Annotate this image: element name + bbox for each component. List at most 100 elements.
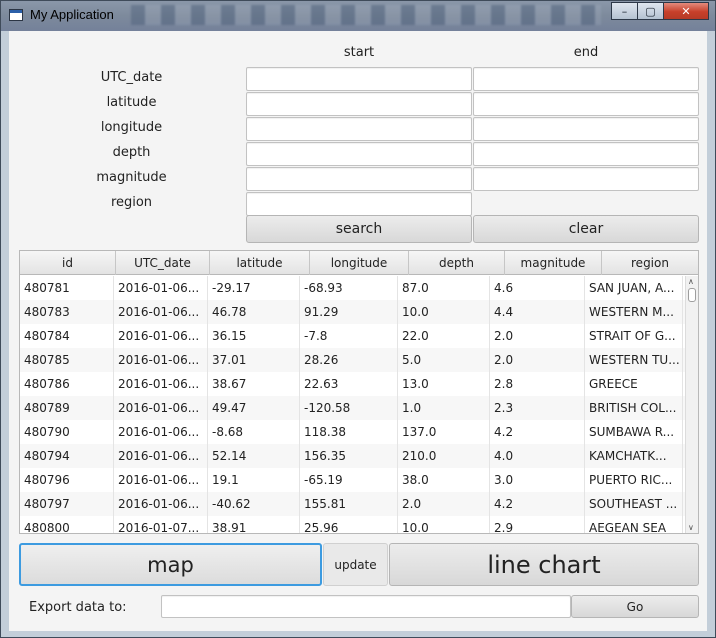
title-bar[interactable]: My Application – ▢ ✕	[1, 1, 715, 31]
export-path-input[interactable]	[162, 596, 570, 618]
column-header-magnitude[interactable]: magnitude	[505, 251, 602, 275]
close-button[interactable]: ✕	[663, 2, 709, 20]
depth-label: depth	[112, 145, 151, 160]
line-chart-button-label: line chart	[487, 550, 601, 579]
table-cell-magnitude: 4.2	[490, 492, 585, 516]
depth-end-input[interactable]	[474, 143, 698, 165]
table-cell-id: 480796	[20, 468, 114, 492]
column-header-region[interactable]: region	[602, 251, 698, 275]
window-title: My Application	[30, 7, 114, 22]
table-cell-utc-date: 2016-01-06...	[114, 420, 208, 444]
table-row[interactable]: 480789 2016-01-06... 49.47 -120.58 1.0 2.3 BRI…	[20, 396, 686, 420]
table-row[interactable]: 480783 2016-01-06... 46.78 91.29 10.0 4.4 WEST…	[20, 300, 686, 324]
depth-start-field[interactable]	[246, 142, 472, 166]
table-row[interactable]: 480784 2016-01-06... 36.15 -7.8 22.0 2.0 STRAI…	[20, 324, 686, 348]
maximize-button[interactable]: ▢	[637, 2, 664, 20]
table-cell-region: BRITISH COL...	[585, 396, 683, 420]
table-row[interactable]: 480785 2016-01-06... 37.01 28.26 5.0 2.0 WESTE…	[20, 348, 686, 372]
latitude-start-input[interactable]	[247, 93, 471, 115]
column-header-depth[interactable]: depth	[409, 251, 505, 275]
utc-date-start-field[interactable]	[246, 67, 472, 91]
region-field[interactable]	[246, 192, 472, 216]
table-row[interactable]: 480781 2016-01-06... -29.17 -68.93 87.0 4.6 SA…	[20, 276, 686, 300]
table-cell-region: WESTERN M...	[585, 300, 683, 324]
table-row[interactable]: 480796 2016-01-06... 19.1 -65.19 38.0 3.0 PUER…	[20, 468, 686, 492]
table-cell-longitude: 25.96	[300, 516, 398, 533]
table-cell-utc-date: 2016-01-06...	[114, 444, 208, 468]
start-column-label: start	[343, 45, 375, 60]
table-row[interactable]: 480786 2016-01-06... 38.67 22.63 13.0 2.8 GREE…	[20, 372, 686, 396]
table-cell-magnitude: 4.0	[490, 444, 585, 468]
table-cell-region: AEGEAN SEA	[585, 516, 683, 533]
table-cell-magnitude: 3.0	[490, 468, 585, 492]
scrollbar-thumb[interactable]	[688, 288, 696, 302]
table-cell-magnitude: 2.3	[490, 396, 585, 420]
table-cell-utc-date: 2016-01-06...	[114, 348, 208, 372]
table-cell-id: 480784	[20, 324, 114, 348]
utc-date-start-input[interactable]	[247, 68, 471, 90]
table-cell-depth: 2.0	[398, 492, 490, 516]
export-path-field[interactable]	[161, 595, 571, 618]
magnitude-start-input[interactable]	[247, 168, 471, 190]
table-cell-id: 480797	[20, 492, 114, 516]
longitude-start-input[interactable]	[247, 118, 471, 140]
scroll-up-icon[interactable]: ∧	[688, 278, 694, 286]
column-header-latitude[interactable]: latitude	[210, 251, 310, 275]
map-button[interactable]: map	[19, 543, 322, 586]
depth-start-input[interactable]	[247, 143, 471, 165]
table-cell-latitude: -8.68	[208, 420, 300, 444]
region-label: region	[110, 195, 153, 210]
utc-date-end-field[interactable]	[473, 67, 699, 91]
table-cell-magnitude: 4.6	[490, 276, 585, 300]
magnitude-start-field[interactable]	[246, 167, 472, 191]
table-row[interactable]: 480790 2016-01-06... -8.68 118.38 137.0 4.2 SU…	[20, 420, 686, 444]
table-cell-depth: 210.0	[398, 444, 490, 468]
table-vertical-scrollbar[interactable]: ∧ ∨	[685, 276, 698, 533]
map-button-label: map	[147, 552, 194, 577]
table-cell-utc-date: 2016-01-06...	[114, 324, 208, 348]
magnitude-end-input[interactable]	[474, 168, 698, 190]
longitude-start-field[interactable]	[246, 117, 472, 141]
table-cell-depth: 1.0	[398, 396, 490, 420]
table-cell-latitude: 38.91	[208, 516, 300, 533]
table-cell-region: KAMCHATK...	[585, 444, 683, 468]
clear-button-label: clear	[568, 221, 604, 237]
table-cell-latitude: -29.17	[208, 276, 300, 300]
table-cell-utc-date: 2016-01-06...	[114, 276, 208, 300]
scroll-down-icon[interactable]: ∨	[688, 524, 694, 532]
latitude-end-input[interactable]	[474, 93, 698, 115]
table-cell-longitude: 155.81	[300, 492, 398, 516]
table-cell-depth: 137.0	[398, 420, 490, 444]
table-cell-utc-date: 2016-01-06...	[114, 372, 208, 396]
table-row[interactable]: 480800 2016-01-07... 38.91 25.96 10.0 2.9 AEGE…	[20, 516, 686, 533]
utc-date-end-input[interactable]	[474, 68, 698, 90]
table-cell-region: PUERTO RIC...	[585, 468, 683, 492]
table-cell-magnitude: 4.2	[490, 420, 585, 444]
latitude-label: latitude	[106, 95, 157, 110]
column-header-longitude[interactable]: longitude	[310, 251, 409, 275]
table-cell-longitude: -68.93	[300, 276, 398, 300]
table-cell-id: 480781	[20, 276, 114, 300]
clear-button[interactable]: clear	[473, 215, 699, 243]
table-cell-longitude: 118.38	[300, 420, 398, 444]
table-row[interactable]: 480794 2016-01-06... 52.14 156.35 210.0 4.0 KA…	[20, 444, 686, 468]
region-input[interactable]	[247, 193, 471, 215]
table-row[interactable]: 480797 2016-01-06... -40.62 155.81 2.0 4.2 SOU…	[20, 492, 686, 516]
longitude-end-field[interactable]	[473, 117, 699, 141]
update-button[interactable]: update	[323, 543, 388, 586]
line-chart-button[interactable]: line chart	[389, 543, 699, 586]
table-cell-latitude: -40.62	[208, 492, 300, 516]
search-button-label: search	[335, 221, 383, 237]
magnitude-end-field[interactable]	[473, 167, 699, 191]
go-button[interactable]: Go	[571, 595, 699, 618]
minimize-button[interactable]: –	[611, 2, 638, 20]
latitude-end-field[interactable]	[473, 92, 699, 116]
results-table[interactable]: id UTC_date latitude longitude depth mag…	[19, 250, 699, 534]
longitude-end-input[interactable]	[474, 118, 698, 140]
depth-end-field[interactable]	[473, 142, 699, 166]
column-header-id[interactable]: id	[20, 251, 116, 275]
latitude-start-field[interactable]	[246, 92, 472, 116]
column-header-utc-date[interactable]: UTC_date	[116, 251, 210, 275]
maximize-icon: ▢	[645, 4, 656, 18]
search-button[interactable]: search	[246, 215, 472, 243]
